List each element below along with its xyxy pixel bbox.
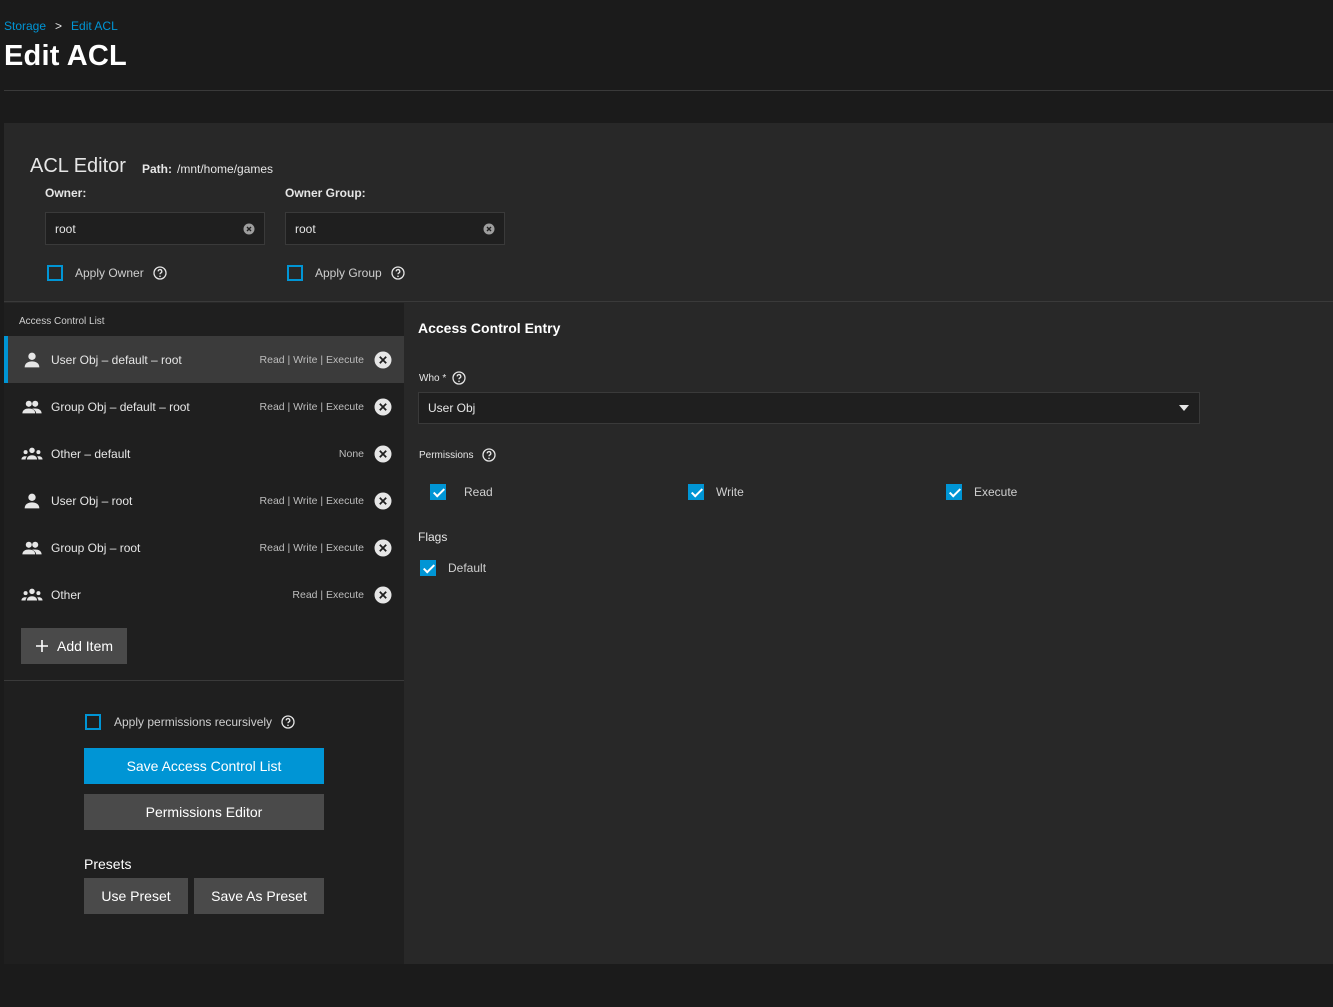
apply-recursive-help-icon[interactable]: [281, 715, 295, 729]
save-as-preset-button[interactable]: Save As Preset: [194, 878, 324, 914]
default-checkbox[interactable]: [420, 560, 436, 576]
acl-list-item[interactable]: Other – default None: [4, 430, 404, 477]
left-panel-divider: [4, 680, 404, 681]
apply-owner-row: Apply Owner: [47, 265, 167, 281]
apply-owner-checkbox[interactable]: [47, 265, 63, 281]
owner-group-label: Owner Group:: [285, 186, 366, 200]
group-icon: [21, 396, 43, 418]
acl-item-name: Other – default: [51, 446, 131, 461]
apply-group-checkbox[interactable]: [287, 265, 303, 281]
add-item-label: Add Item: [56, 638, 114, 654]
read-permission-row: Read: [430, 484, 493, 500]
acl-item-permissions: None: [338, 447, 364, 460]
apply-group-label: Apply Group: [315, 266, 382, 280]
acl-item-permissions: Read | Write | Execute: [259, 541, 364, 554]
who-help-icon[interactable]: [452, 371, 466, 385]
user-icon: [21, 490, 43, 512]
acl-list: User Obj – default – root Read | Write | …: [4, 336, 404, 618]
acl-list-label: Access Control List: [19, 316, 105, 327]
acl-list-item[interactable]: Group Obj – root Read | Write | Execute: [4, 524, 404, 571]
presets-label: Presets: [84, 856, 132, 872]
write-checkbox[interactable]: [688, 484, 704, 500]
use-preset-button[interactable]: Use Preset: [84, 878, 188, 914]
remove-entry-icon[interactable]: [374, 445, 392, 463]
breadcrumb-separator: >: [55, 19, 63, 33]
owner-value: root: [55, 221, 76, 236]
read-checkbox[interactable]: [430, 484, 446, 500]
save-acl-button[interactable]: Save Access Control List: [84, 748, 324, 784]
breadcrumb-edit-acl-link[interactable]: Edit ACL: [71, 19, 118, 33]
apply-owner-help-icon[interactable]: [153, 266, 167, 280]
path-value: /mnt/home/games: [177, 162, 274, 176]
acl-item-name: Other: [51, 587, 82, 602]
remove-entry-icon[interactable]: [374, 351, 392, 369]
remove-entry-icon[interactable]: [374, 398, 392, 416]
page-title: Edit ACL: [4, 40, 127, 72]
acl-list-item[interactable]: User Obj – root Read | Write | Execute: [4, 477, 404, 524]
access-control-entry-panel: Access Control Entry Who * User Obj Perm…: [404, 303, 1333, 964]
dropdown-arrow-icon: [1179, 405, 1189, 411]
acl-list-item[interactable]: User Obj – default – root Read | Write | …: [4, 336, 404, 383]
acl-item-permissions: Read | Write | Execute: [259, 494, 364, 507]
other-users-icon: [21, 584, 43, 606]
path-label: Path:: [142, 162, 172, 176]
who-value: User Obj: [428, 401, 476, 415]
default-flag-row: Default: [420, 560, 486, 576]
apply-recursive-label: Apply permissions recursively: [114, 715, 273, 729]
apply-group-help-icon[interactable]: [391, 266, 405, 280]
remove-entry-icon[interactable]: [374, 492, 392, 510]
breadcrumb: Storage > Edit ACL: [4, 19, 118, 33]
group-icon: [21, 537, 43, 559]
acl-editor-card: ACL Editor Path: /mnt/home/games Owner: …: [4, 123, 1333, 964]
execute-checkbox[interactable]: [946, 484, 962, 500]
acl-item-name: User Obj – default – root: [51, 352, 182, 367]
permissions-label: Permissions: [419, 449, 474, 461]
remove-entry-icon[interactable]: [374, 539, 392, 557]
apply-recursive-row: Apply permissions recursively: [85, 714, 295, 730]
who-label: Who *: [419, 372, 447, 384]
acl-editor-title: ACL Editor: [30, 155, 126, 177]
user-icon: [21, 349, 43, 371]
write-permission-row: Write: [688, 484, 744, 500]
default-label: Default: [448, 561, 487, 575]
clear-owner-icon[interactable]: [243, 223, 255, 235]
remove-entry-icon[interactable]: [374, 586, 392, 604]
execute-permission-row: Execute: [946, 484, 1017, 500]
acl-item-name: User Obj – root: [51, 493, 133, 508]
acl-item-name: Group Obj – root: [51, 540, 141, 555]
owner-group-field[interactable]: root: [285, 212, 505, 245]
permissions-help-icon[interactable]: [482, 448, 497, 462]
permissions-label-row: Permissions: [419, 448, 497, 462]
write-label: Write: [716, 485, 744, 499]
acl-item-permissions: Read | Write | Execute: [259, 400, 364, 413]
title-divider: [4, 90, 1333, 91]
owner-group-value: root: [295, 221, 316, 236]
who-label-row: Who *: [419, 371, 466, 385]
flags-label: Flags: [418, 530, 448, 544]
acl-item-permissions: Read | Execute: [292, 588, 364, 601]
add-item-button[interactable]: Add Item: [21, 628, 127, 664]
acl-editor-header: ACL Editor Path: /mnt/home/games Owner: …: [4, 123, 1333, 302]
read-label: Read: [464, 485, 493, 499]
acl-list-item[interactable]: Group Obj – default – root Read | Write |…: [4, 383, 404, 430]
execute-label: Execute: [974, 485, 1018, 499]
who-select[interactable]: User Obj: [418, 392, 1200, 424]
owner-label: Owner:: [45, 186, 87, 200]
access-control-entry-title: Access Control Entry: [418, 320, 561, 336]
plus-icon: [35, 640, 48, 652]
permissions-editor-button[interactable]: Permissions Editor: [84, 794, 324, 830]
owner-field[interactable]: root: [45, 212, 265, 245]
apply-owner-label: Apply Owner: [75, 266, 144, 280]
breadcrumb-storage-link[interactable]: Storage: [4, 19, 46, 33]
apply-recursive-checkbox[interactable]: [85, 714, 101, 730]
other-users-icon: [21, 443, 43, 465]
acl-item-name: Group Obj – default – root: [51, 399, 190, 414]
acl-list-item[interactable]: Other Read | Execute: [4, 571, 404, 618]
acl-list-panel: Access Control List User Obj – default –…: [4, 303, 404, 964]
clear-owner-group-icon[interactable]: [483, 223, 495, 235]
apply-group-row: Apply Group: [287, 265, 405, 281]
acl-item-permissions: Read | Write | Execute: [259, 353, 364, 366]
